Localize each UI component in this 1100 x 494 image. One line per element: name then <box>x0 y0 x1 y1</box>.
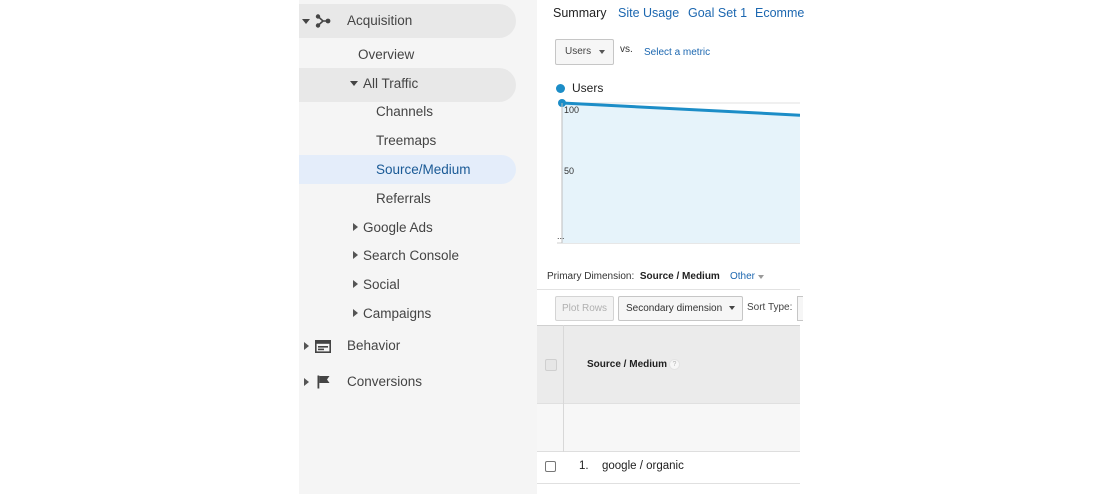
sort-type-select[interactable] <box>797 296 803 321</box>
tab-site-usage[interactable]: Site Usage <box>618 6 679 20</box>
legend-label: Users <box>572 81 604 95</box>
sidebar-item-label: Acquisition <box>347 13 413 28</box>
behavior-icon <box>315 340 331 353</box>
chevron-right-icon <box>353 223 358 231</box>
select-metric-link[interactable]: Select a metric <box>644 47 710 58</box>
sidebar-item-label: Google Ads <box>363 220 433 235</box>
chevron-right-icon <box>353 309 358 317</box>
metric-select[interactable]: Users <box>555 39 614 65</box>
select-all-checkbox[interactable] <box>545 359 557 371</box>
chevron-down-icon <box>302 19 310 24</box>
chevron-down-icon <box>599 50 605 54</box>
tab-summary[interactable]: Summary <box>553 6 606 20</box>
sidebar-item-label: Search Console <box>363 248 460 263</box>
sidebar-item-treemaps[interactable]: Treemaps <box>299 124 516 158</box>
flag-icon <box>317 375 330 389</box>
column-divider <box>563 325 564 453</box>
table-row: 1. google / organic <box>537 452 800 484</box>
table-header: Source / Medium ? <box>537 325 800 403</box>
sidebar-item-label: Campaigns <box>363 306 432 321</box>
other-dimension-link[interactable]: Other <box>730 271 755 282</box>
acquisition-icon <box>315 14 331 28</box>
chevron-right-icon <box>304 378 309 386</box>
sidebar-item-label: Treemaps <box>376 133 437 148</box>
sidebar-item-campaigns[interactable]: Campaigns <box>299 297 516 331</box>
primary-dimension: Primary Dimension: Source / Medium <box>547 271 720 282</box>
chevron-right-icon <box>353 251 358 259</box>
chevron-down-icon <box>758 275 764 279</box>
sidebar-item-label: Conversions <box>347 374 423 389</box>
sidebar-nav: Acquisition Overview All Traffic Channel… <box>299 0 537 494</box>
divider <box>537 289 800 290</box>
row-source-medium[interactable]: google / organic <box>602 460 684 472</box>
sidebar-item-label: All Traffic <box>363 76 419 91</box>
sidebar-item-label: Behavior <box>347 338 401 353</box>
x-tick-label: ... <box>557 231 565 241</box>
sidebar-item-source-medium[interactable]: Source/Medium <box>299 155 516 184</box>
chevron-right-icon <box>304 342 309 350</box>
plot-rows-button[interactable]: Plot Rows <box>555 296 614 321</box>
sidebar-item-label: Channels <box>376 104 434 119</box>
users-line-chart: 100 50 ... <box>557 99 800 244</box>
table-summary-row <box>537 403 800 452</box>
primary-dimension-value[interactable]: Source / Medium <box>640 271 720 282</box>
y-tick-label: 50 <box>564 166 574 176</box>
chevron-right-icon <box>353 280 358 288</box>
vs-label: vs. <box>620 44 633 55</box>
sidebar-item-label: Referrals <box>376 191 431 206</box>
column-header-source-medium[interactable]: Source / Medium <box>587 359 667 370</box>
y-tick-label: 100 <box>564 105 579 115</box>
secondary-dimension-select[interactable]: Secondary dimension <box>618 296 743 321</box>
sidebar-item-acquisition[interactable]: Acquisition <box>299 4 516 38</box>
metric-select-value: Users <box>565 46 592 57</box>
sidebar-item-overview[interactable]: Overview <box>299 38 516 72</box>
sidebar-item-label: Overview <box>358 47 415 62</box>
sidebar-item-behavior[interactable]: Behavior <box>299 329 516 363</box>
secondary-dimension-label: Secondary dimension <box>626 303 723 314</box>
help-icon[interactable]: ? <box>669 359 680 370</box>
row-index: 1. <box>579 460 589 472</box>
series-area <box>562 103 800 243</box>
tab-goal-set-1[interactable]: Goal Set 1 <box>688 6 747 20</box>
legend-marker <box>556 84 565 93</box>
sidebar-item-conversions[interactable]: Conversions <box>299 365 516 399</box>
row-checkbox[interactable] <box>545 461 556 472</box>
sidebar-item-label: Social <box>363 277 400 292</box>
sidebar-item-label: Source/Medium <box>376 162 471 177</box>
sort-type-label: Sort Type: <box>747 302 793 313</box>
chevron-down-icon <box>350 81 358 86</box>
primary-dimension-label: Primary Dimension: <box>547 271 635 282</box>
chevron-down-icon <box>729 306 735 310</box>
tab-ecommerce[interactable]: Ecomme <box>755 6 804 20</box>
